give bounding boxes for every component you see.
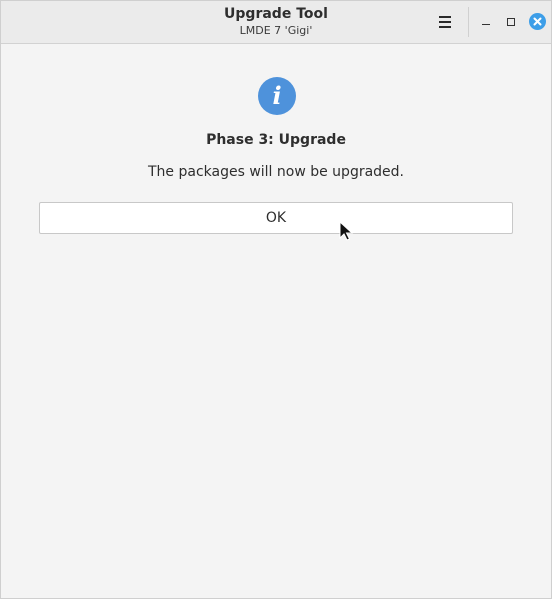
- hamburger-menu-icon[interactable]: [435, 13, 455, 31]
- close-icon[interactable]: [529, 13, 546, 30]
- info-icon: i: [258, 77, 296, 115]
- minimize-icon[interactable]: [477, 13, 495, 31]
- titlebar-separator: [468, 7, 469, 37]
- info-icon-glyph: i: [272, 81, 282, 110]
- upgrade-tool-window: Upgrade Tool LMDE 7 'Gigi' i Phase 3: Up…: [0, 0, 552, 599]
- mouse-pointer-icon: [339, 221, 354, 241]
- phase-heading: Phase 3: Upgrade: [206, 132, 346, 148]
- maximize-icon[interactable]: [502, 13, 520, 31]
- close-x-glyph: [533, 17, 542, 26]
- titlebar: Upgrade Tool LMDE 7 'Gigi': [1, 1, 551, 44]
- ok-button[interactable]: OK: [39, 202, 513, 234]
- dialog-message: The packages will now be upgraded.: [147, 164, 404, 180]
